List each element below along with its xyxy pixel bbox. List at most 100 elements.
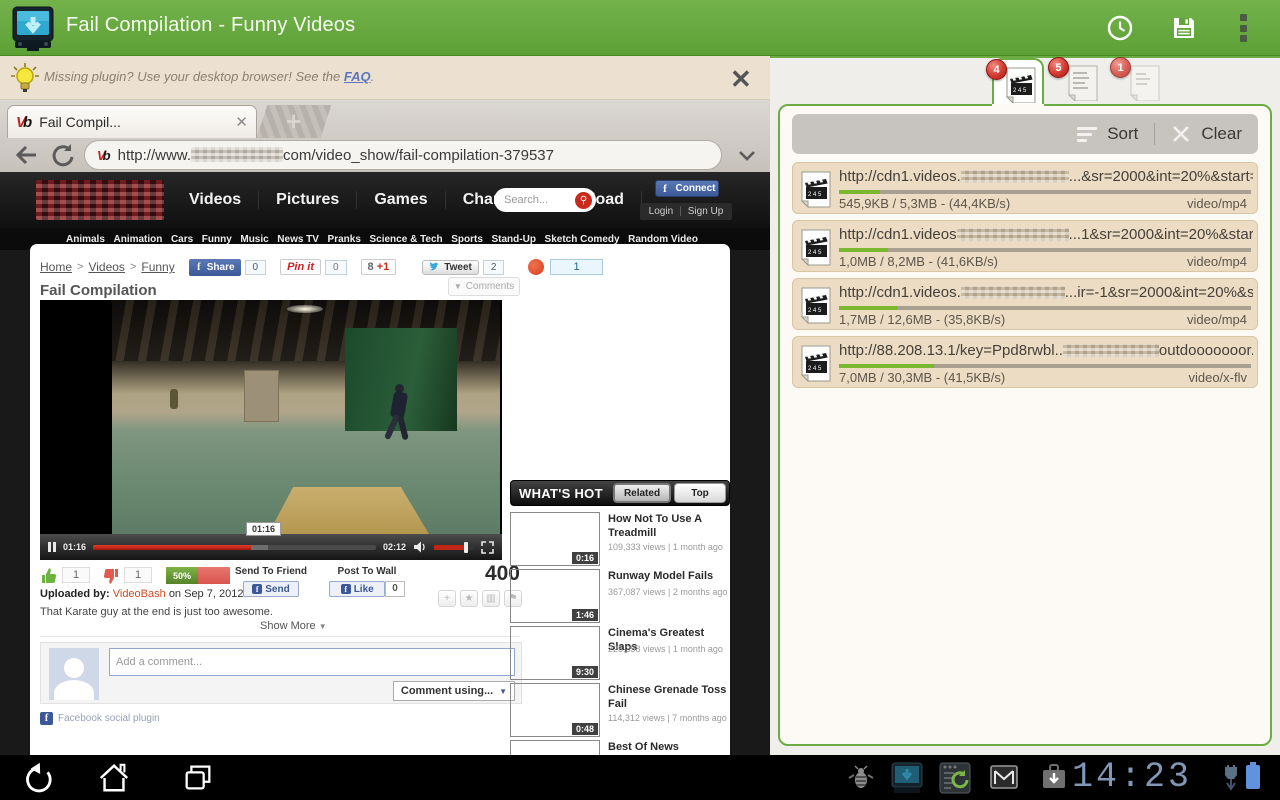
pause-icon[interactable]: [48, 542, 56, 552]
thumbs-up-icon[interactable]: [40, 566, 58, 584]
status-clock[interactable]: 14:23: [1072, 757, 1212, 797]
tab-video-downloads[interactable]: 4 2 4 5: [992, 58, 1044, 104]
hot-video-item[interactable]: Best Of News Bloopers 2012: [510, 740, 730, 755]
pinterest-widget[interactable]: Pin it 0: [280, 259, 346, 275]
subnav-item[interactable]: Cars: [171, 234, 193, 245]
hot-video-item[interactable]: 0:48 Chinese Grenade Toss Fail 114,312 v…: [510, 683, 730, 737]
subnav-item[interactable]: Music: [240, 234, 268, 245]
subnav-item[interactable]: News TV: [277, 234, 319, 245]
comment-input[interactable]: [109, 648, 515, 676]
subnav-item[interactable]: Animals: [66, 234, 105, 245]
new-tab-button[interactable]: +: [257, 105, 332, 138]
download-status-icon[interactable]: [1040, 763, 1068, 791]
url-bar[interactable]: Vb http://www.com/video_show/fail-compil…: [84, 140, 722, 170]
censored-url-part: [957, 228, 1069, 241]
tab-audio-list[interactable]: 5: [1056, 58, 1108, 104]
hot-video-item[interactable]: 9:30 Cinema's Greatest Slaps 225,358 vie…: [510, 626, 730, 680]
tab-related[interactable]: Related: [613, 483, 671, 503]
player-controls: 01:16 02:12: [40, 534, 502, 560]
post-to-wall: Post To Wall fLike 0: [322, 566, 412, 597]
stumbleupon-icon: [528, 259, 544, 275]
download-item[interactable]: 2 4 5 http://cdn1.videos....&sr=2000&int…: [792, 162, 1258, 214]
recent-apps-button[interactable]: [180, 761, 216, 795]
browser-tab[interactable]: Vb Fail Compil... ✕: [7, 105, 257, 138]
fb-send-button[interactable]: fSend: [243, 581, 299, 597]
download-toolbar: Sort Clear: [792, 114, 1258, 154]
subnav-item[interactable]: Pranks: [328, 234, 361, 245]
nav-games[interactable]: Games: [357, 191, 445, 209]
breadcrumb-home[interactable]: Home: [40, 260, 72, 274]
notice-close-icon[interactable]: ✕: [730, 64, 752, 95]
breadcrumb-funny[interactable]: Funny: [141, 260, 174, 274]
stumbleupon-widget[interactable]: 1: [518, 259, 602, 275]
clear-button[interactable]: Clear: [1201, 124, 1242, 144]
nav-pictures[interactable]: Pictures: [259, 191, 357, 209]
history-clock-icon[interactable]: [1106, 14, 1134, 42]
seek-tooltip: 01:16: [246, 522, 281, 536]
subnav-item[interactable]: Science & Tech: [369, 234, 442, 245]
subnav-item[interactable]: Sports: [451, 234, 483, 245]
browser-reload-icon[interactable]: [50, 142, 76, 168]
svg-text:2 4 5: 2 4 5: [808, 250, 822, 256]
whats-hot-header: WHAT'S HOT Related Top: [510, 480, 730, 506]
uploader-link[interactable]: VideoBash: [113, 588, 166, 600]
tab-close-icon[interactable]: ✕: [235, 113, 248, 131]
download-type: video/mp4: [1187, 254, 1247, 269]
tubemate-status-icon[interactable]: [888, 761, 926, 795]
gmail-status-icon[interactable]: [990, 765, 1018, 789]
subnav-item[interactable]: Animation: [113, 234, 162, 245]
browser-back-icon[interactable]: [14, 142, 40, 168]
site-search-box[interactable]: Search... ⚲: [494, 188, 596, 212]
faq-link[interactable]: FAQ: [344, 69, 371, 84]
back-button[interactable]: [22, 761, 58, 795]
signup-link[interactable]: Sign Up: [688, 206, 724, 217]
sync-status-icon[interactable]: [938, 761, 972, 795]
save-icon[interactable]: [1170, 14, 1198, 42]
facebook-share-widget[interactable]: fShare 0: [189, 259, 266, 276]
breadcrumb-videos[interactable]: Videos: [88, 260, 124, 274]
video-thumbnail: 0:48: [510, 683, 600, 737]
clear-x-icon[interactable]: [1171, 124, 1191, 144]
facebook-connect-button[interactable]: fConnect: [655, 180, 719, 197]
volume-slider[interactable]: [434, 545, 474, 550]
thumbs-down-icon[interactable]: [102, 568, 120, 586]
censored-url-part: [1063, 344, 1159, 357]
home-button[interactable]: [96, 761, 132, 795]
hot-video-item[interactable]: 1:46 Runway Model Fails 367,087 views | …: [510, 569, 730, 623]
video-player[interactable]: 01:16 01:16 02:12: [40, 300, 502, 560]
nav-videos[interactable]: Videos: [172, 191, 259, 209]
fullscreen-icon[interactable]: [481, 541, 494, 554]
subnav-item[interactable]: Random Video: [628, 234, 698, 245]
download-item[interactable]: 2 4 5 http://cdn1.videos....ir=-1&sr=200…: [792, 278, 1258, 330]
toolbar-divider: [1154, 123, 1155, 145]
search-icon[interactable]: ⚲: [575, 192, 592, 209]
tweet-widget[interactable]: Tweet 2: [422, 260, 504, 275]
url-dropdown-chevron-icon[interactable]: [736, 144, 758, 166]
favorite-button[interactable]: ★: [460, 590, 478, 607]
sort-button[interactable]: Sort: [1107, 124, 1138, 144]
download-item[interactable]: 2 4 5 http://88.208.13.1/key=Ppd8rwbl..o…: [792, 336, 1258, 388]
volume-icon[interactable]: [413, 541, 427, 553]
overflow-menu-icon[interactable]: [1240, 14, 1248, 42]
tab-top[interactable]: Top: [674, 483, 726, 503]
plugin-notice-bar: Missing plugin? Use your desktop browser…: [0, 56, 770, 100]
stats-button[interactable]: ▥: [482, 590, 500, 607]
sort-icon[interactable]: [1077, 127, 1097, 142]
download-item[interactable]: 2 4 5 http://cdn1.videos...1&sr=2000&int…: [792, 220, 1258, 272]
subnav-item[interactable]: Sketch Comedy: [545, 234, 620, 245]
hot-video-item[interactable]: 0:16 How Not To Use A Treadmill 109,333 …: [510, 512, 730, 566]
comments-button[interactable]: ▼Comments: [448, 277, 520, 296]
add-playlist-button[interactable]: +: [438, 590, 456, 607]
login-link[interactable]: Login: [649, 206, 673, 217]
comment-using-button[interactable]: Comment using...▼: [393, 681, 515, 701]
subnav-item[interactable]: Stand-Up: [492, 234, 536, 245]
google-plus-one-widget[interactable]: 8 +1: [361, 259, 397, 275]
video-thumbnail: 0:16: [510, 512, 600, 566]
subnav-item[interactable]: Funny: [202, 234, 232, 245]
tab-page-list[interactable]: 1: [1118, 58, 1170, 104]
show-more-link[interactable]: Show More ▼: [260, 620, 327, 632]
fb-like-button[interactable]: fLike: [329, 581, 385, 597]
video-title: Fail Compilation: [40, 282, 157, 299]
url-text: http://www.com/video_show/fail-compilati…: [118, 147, 554, 164]
seek-bar[interactable]: [93, 545, 376, 550]
